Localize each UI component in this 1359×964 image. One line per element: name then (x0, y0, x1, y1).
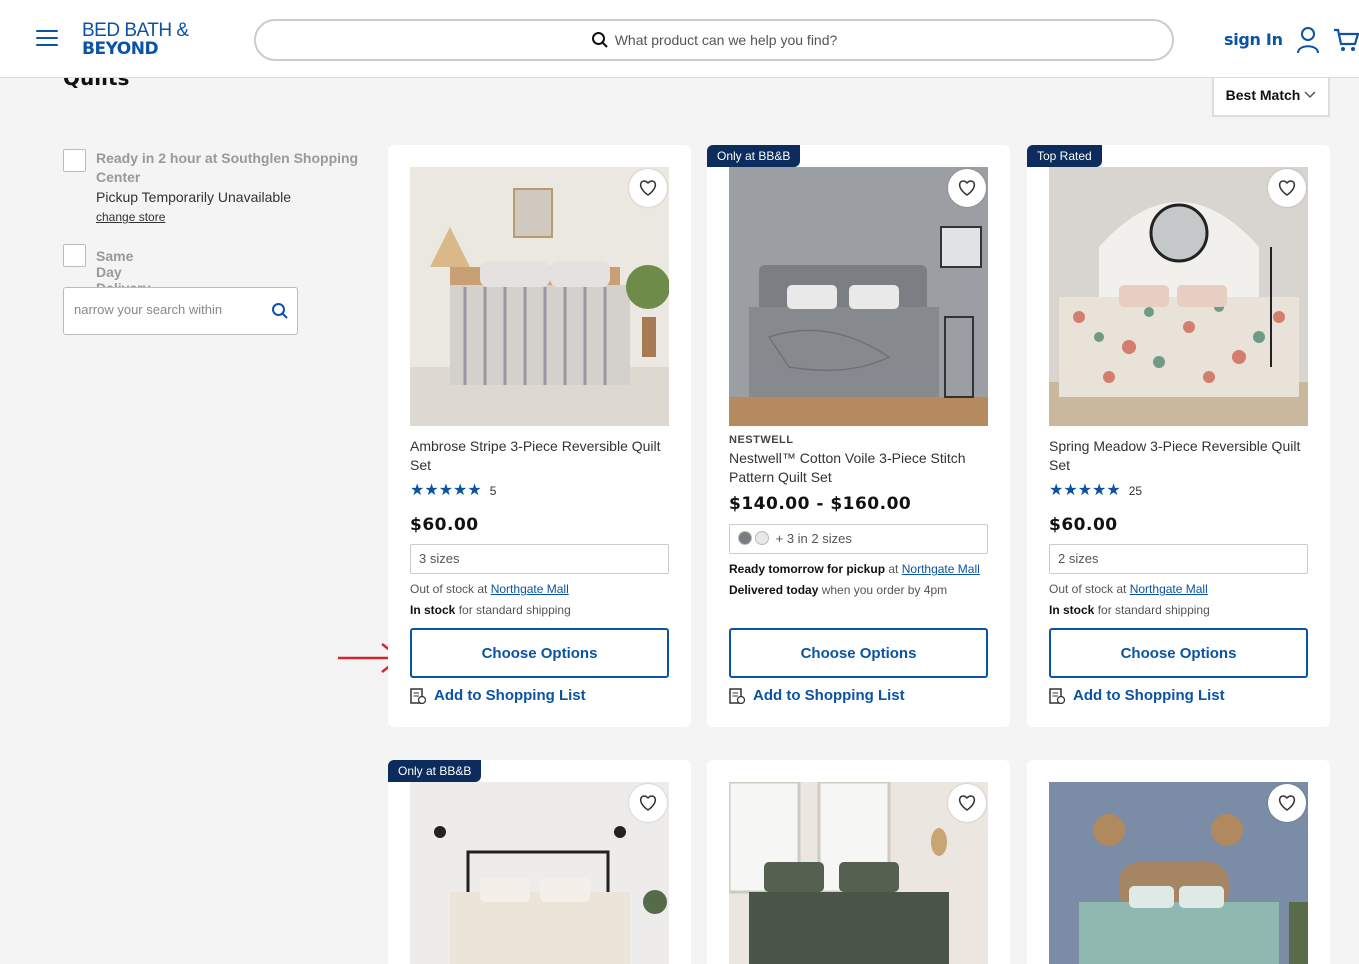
product-badge: Top Rated (1027, 145, 1102, 167)
choose-options-button[interactable]: Choose Options (729, 628, 988, 678)
stock-prefix: Out of stock at (1049, 582, 1127, 596)
pickup-checkbox[interactable] (63, 149, 86, 172)
product-card (1027, 760, 1330, 964)
more-swatches: + 3 in 2 sizes (775, 531, 852, 546)
review-count: 5 (489, 484, 497, 498)
heart-icon[interactable] (948, 784, 986, 822)
product-brand: NESTWELL (729, 434, 794, 446)
shopping-list-icon (1049, 688, 1065, 704)
delivery-rest: when you order by 4pm (821, 583, 948, 597)
rating-stars: ★★★★★ 5 (410, 482, 497, 499)
product-name[interactable]: Spring Meadow 3-Piece Reversible Quilt S… (1049, 437, 1311, 475)
store-link[interactable]: Northgate Mall (1130, 582, 1208, 596)
cart-icon[interactable] (1333, 28, 1359, 52)
product-badge: Only at BB&B (388, 760, 482, 782)
add-to-list-label: Add to Shopping List (434, 687, 586, 704)
heart-icon[interactable] (629, 169, 667, 207)
delivery-checkbox[interactable] (63, 244, 86, 267)
add-to-list-label: Add to Shopping List (1073, 687, 1225, 704)
heart-icon[interactable] (629, 784, 667, 822)
search-icon[interactable] (271, 302, 289, 320)
narrow-search-input[interactable] (74, 302, 264, 317)
product-card: Only at BB&B (388, 760, 691, 964)
stock-prefix: Out of stock at (410, 582, 488, 596)
shopping-list-icon (410, 688, 426, 704)
search-input[interactable]: What product can we help you find? (254, 19, 1174, 61)
rating-stars: ★★★★★ 25 (1049, 482, 1143, 499)
product-image[interactable] (1049, 167, 1308, 426)
product-card: Top Rated Spring Meadow 3-Piece Reversib… (1027, 145, 1330, 727)
product-image[interactable] (410, 167, 669, 426)
sort-dropdown[interactable]: Best Match (1212, 74, 1330, 117)
product-name[interactable]: Ambrose Stripe 3-Piece Reversible Quilt … (410, 437, 672, 475)
choose-options-button[interactable]: Choose Options (410, 628, 669, 678)
ship-status: In stock (410, 603, 456, 617)
color-swatch[interactable] (738, 531, 752, 545)
availability: Out of stock at Northgate Mall In stock … (410, 581, 672, 618)
add-to-list-label: Add to Shopping List (753, 687, 905, 704)
product-card: Only at BB&B NESTWELL Nestwell™ Cotton V… (707, 145, 1010, 727)
ship-rest: for standard shipping (458, 603, 571, 617)
sort-label: Best Match (1225, 86, 1301, 103)
color-swatch[interactable] (755, 531, 769, 545)
product-badge: Only at BB&B (707, 145, 801, 167)
logo[interactable]: BED BATH & BEYOND (82, 20, 192, 60)
product-price: $60.00 (410, 515, 479, 535)
size-selector[interactable]: 2 sizes (1049, 544, 1308, 574)
availability: Out of stock at Northgate Mall In stock … (1049, 581, 1311, 618)
store-link[interactable]: Northgate Mall (491, 582, 569, 596)
search-placeholder: What product can we help you find? (614, 32, 838, 48)
size-selector[interactable]: 3 sizes (410, 544, 669, 574)
logo-line2: BEYOND (82, 39, 159, 59)
review-count: 25 (1128, 484, 1143, 498)
heart-icon[interactable] (1268, 169, 1306, 207)
size-selector[interactable]: + 3 in 2 sizes (729, 524, 988, 554)
pickup-at: at (888, 562, 899, 576)
add-to-list-link[interactable]: Add to Shopping List (410, 687, 586, 704)
product-card (707, 760, 1010, 964)
heart-icon[interactable] (948, 169, 986, 207)
product-price: $60.00 (1049, 515, 1118, 535)
change-store-link[interactable]: change store (96, 210, 165, 224)
sign-in-link[interactable]: sign In (1224, 30, 1283, 49)
product-image[interactable] (729, 167, 988, 426)
ship-rest: for standard shipping (1097, 603, 1210, 617)
add-to-list-link[interactable]: Add to Shopping List (1049, 687, 1225, 704)
product-price: $140.00 - $160.00 (729, 494, 912, 514)
narrow-search (63, 287, 298, 335)
delivery-status: Delivered today (729, 583, 819, 597)
store-link[interactable]: Northgate Mall (902, 562, 980, 576)
product-card: Ambrose Stripe 3-Piece Reversible Quilt … (388, 145, 691, 727)
site-header: BED BATH & BEYOND What product can we he… (0, 0, 1359, 78)
availability: Ready tomorrow for pickup at Northgate M… (729, 561, 991, 598)
user-icon[interactable] (1296, 26, 1320, 54)
logo-line1: BED BATH & (82, 20, 189, 41)
pickup-status: Ready tomorrow for pickup (729, 562, 886, 576)
ship-status: In stock (1049, 603, 1095, 617)
search-icon (591, 32, 608, 48)
add-to-list-link[interactable]: Add to Shopping List (729, 687, 905, 704)
shopping-list-icon (729, 688, 745, 704)
pickup-title: Ready in 2 hour at Southglen Shopping Ce… (96, 150, 359, 185)
pickup-subtitle: Pickup Temporarily Unavailable (96, 189, 292, 205)
menu-icon[interactable] (36, 30, 58, 48)
chevron-down-icon (1304, 90, 1316, 98)
choose-options-button[interactable]: Choose Options (1049, 628, 1308, 678)
heart-icon[interactable] (1268, 784, 1306, 822)
product-name[interactable]: Nestwell™ Cotton Voile 3-Piece Stitch Pa… (729, 449, 991, 487)
